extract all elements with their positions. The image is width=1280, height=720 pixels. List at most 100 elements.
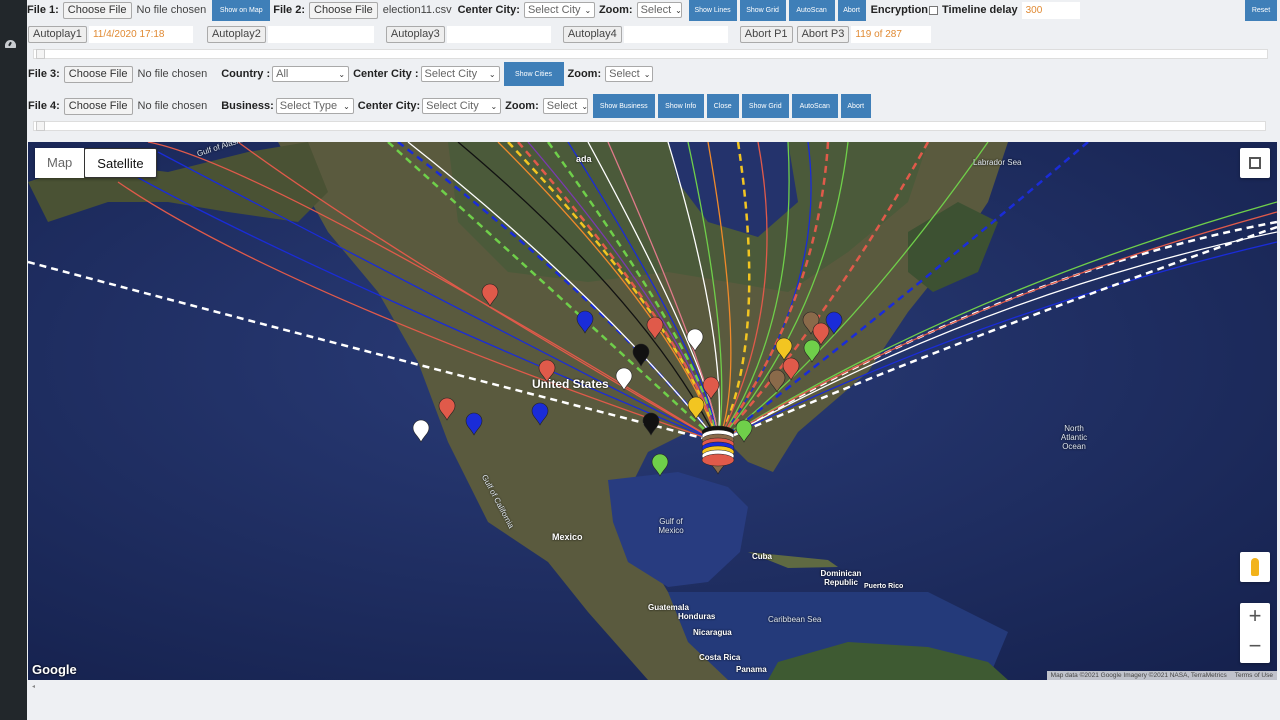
center-city-3-value: Select City: [424, 68, 478, 80]
country-select[interactable]: All ⌄: [272, 66, 350, 82]
file4-input[interactable]: Choose File No file chosen: [63, 97, 208, 115]
zoom-4-value: Select: [546, 100, 578, 112]
file4-choose-button[interactable]: Choose File: [63, 97, 133, 115]
autoplay3-value[interactable]: [446, 25, 551, 43]
terms-of-use-link[interactable]: Terms of Use: [1235, 672, 1273, 679]
label-cuba: Cuba: [752, 552, 772, 561]
file2-filename: election11.csv: [382, 4, 452, 16]
file1-filename: No file chosen: [136, 4, 207, 16]
toolbar-row-2: Autoplay1 11/4/2020 17:18 Autoplay2 Auto…: [28, 25, 932, 43]
file3-choose-button[interactable]: Choose File: [63, 65, 133, 83]
google-logo: Google: [32, 662, 77, 677]
label-guatemala: Guatemala: [648, 603, 689, 612]
toolbar-row-1: File 1: Choose File No file chosen Show …: [27, 0, 1080, 21]
timeline-delay-label: Timeline delay: [942, 4, 1018, 16]
map-canvas[interactable]: [28, 142, 1277, 680]
autoplay2-button[interactable]: Autoplay2: [206, 25, 266, 43]
file1-input[interactable]: Choose File No file chosen: [62, 1, 207, 19]
zoom-in-button[interactable]: +: [1249, 603, 1262, 633]
chevron-down-icon: ⌄: [490, 101, 498, 111]
map-type-map-button[interactable]: Map: [35, 148, 85, 178]
chevron-down-icon: ⌄: [675, 5, 682, 15]
center-city-3-select[interactable]: Select City ⌄: [420, 66, 500, 82]
left-sidebar: [0, 0, 27, 720]
center-city-3-label: Center City :: [353, 68, 419, 80]
file1-choose-button[interactable]: Choose File: [62, 1, 132, 19]
show-lines-button[interactable]: Show Lines: [688, 0, 737, 21]
zoom-value: Select: [640, 4, 672, 16]
fullscreen-button[interactable]: [1240, 148, 1270, 178]
zoom-control: + −: [1240, 603, 1270, 663]
autoplay2-value[interactable]: [267, 25, 374, 43]
zoom-3-value: Select: [609, 68, 640, 80]
zoom-4-select[interactable]: Select ⌄: [542, 98, 588, 114]
scroll-left-arrow[interactable]: ◂: [32, 683, 35, 690]
autoplay1-value[interactable]: 11/4/2020 17:18: [88, 25, 193, 43]
timeline-slider-2[interactable]: [33, 121, 1266, 131]
center-city-label: Center City:: [457, 4, 520, 16]
zoom-4-label: Zoom:: [505, 100, 539, 112]
business-select[interactable]: Select Type ⌄: [275, 98, 354, 114]
abort-p3-button[interactable]: Abort P3: [796, 25, 850, 43]
autoplay4-value[interactable]: [623, 25, 728, 43]
business-value: Select Type: [279, 100, 338, 112]
abort-button[interactable]: Abort: [837, 0, 866, 21]
show-grid-button[interactable]: Show Grid: [739, 0, 786, 21]
autoscan-button[interactable]: AutoScan: [788, 0, 835, 21]
reset-button[interactable]: Reset: [1245, 0, 1277, 21]
map-type-control: Map Satellite: [35, 148, 157, 178]
street-view-pegman[interactable]: [1240, 552, 1270, 582]
show-cities-button[interactable]: Show Cities: [503, 62, 564, 86]
business-label: Business:: [221, 100, 274, 112]
center-city-select[interactable]: Select City ⌄: [523, 2, 595, 18]
label-dominican-republic: Dominican Republic: [820, 569, 862, 587]
show-business-button[interactable]: Show Business: [592, 94, 655, 118]
file2-input[interactable]: Choose File election11.csv: [309, 1, 452, 19]
zoom-out-button[interactable]: −: [1249, 633, 1262, 663]
map-type-satellite-button[interactable]: Satellite: [84, 148, 157, 178]
show-on-map-button[interactable]: Show on Map: [212, 0, 271, 21]
timeline-slider-1[interactable]: [33, 49, 1268, 59]
chevron-down-icon: ⌄: [488, 69, 496, 79]
center-city-4-select[interactable]: Select City ⌄: [422, 98, 502, 114]
label-caribbean-sea: Caribbean Sea: [768, 615, 822, 624]
chevron-down-icon: ⌄: [338, 69, 346, 79]
slider-thumb[interactable]: [36, 121, 45, 131]
center-city-4-label: Center City:: [357, 100, 421, 112]
file4-label: File 4:: [28, 100, 60, 112]
label-mexico: Mexico: [552, 532, 583, 542]
file4-filename: No file chosen: [137, 100, 208, 112]
country-value: All: [276, 68, 289, 80]
abort-p1-button[interactable]: Abort P1: [739, 25, 793, 43]
encryption-checkbox[interactable]: [929, 5, 939, 15]
show-grid-4-button[interactable]: Show Grid: [741, 94, 789, 118]
country-label: Country :: [221, 68, 271, 80]
dashboard-icon[interactable]: [5, 40, 16, 48]
progress-text: 119 of 287: [851, 25, 932, 43]
chevron-down-icon: ⌄: [343, 101, 350, 111]
close-button[interactable]: Close: [706, 94, 739, 118]
file3-input[interactable]: Choose File No file chosen: [63, 65, 207, 83]
file3-label: File 3:: [28, 68, 60, 80]
satellite-map[interactable]: Map Satellite + − Gulf of Alaska Labrado…: [28, 142, 1277, 680]
zoom-3-select[interactable]: Select ⌄: [605, 66, 654, 82]
toolbar-row-3: File 3: Choose File No file chosen Count…: [28, 62, 657, 86]
timeline-delay-input[interactable]: 300: [1021, 1, 1080, 19]
autoscan-4-button[interactable]: AutoScan: [791, 94, 838, 118]
autoplay3-button[interactable]: Autoplay3: [385, 25, 445, 43]
encryption-label: Encryption: [870, 4, 929, 16]
abort-4-button[interactable]: Abort: [840, 94, 871, 118]
zoom-select[interactable]: Select ⌄: [636, 2, 682, 18]
show-info-button[interactable]: Show Info: [657, 94, 704, 118]
autoplay4-button[interactable]: Autoplay4: [562, 25, 622, 43]
marker-cluster[interactable]: [701, 453, 735, 467]
zoom-label: Zoom:: [598, 4, 633, 16]
slider-thumb[interactable]: [36, 49, 45, 59]
file2-choose-button[interactable]: Choose File: [309, 1, 378, 19]
chevron-down-icon: ⌄: [643, 69, 651, 79]
label-panama: Panama: [736, 665, 767, 674]
autoplay1-button[interactable]: Autoplay1: [28, 25, 87, 43]
chevron-down-icon: ⌄: [584, 5, 592, 15]
toolbar-row-4: File 4: Choose File No file chosen Busin…: [28, 94, 874, 118]
center-city-value: Select City: [527, 4, 581, 16]
